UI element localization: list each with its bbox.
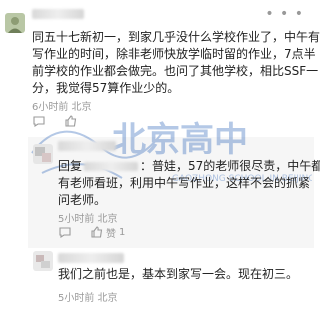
- timestamp-location: 6小时前 北京: [32, 102, 92, 113]
- username[interactable]: [32, 9, 84, 19]
- comment-line: 我们之前也是，基本到家写一会。现在初三。: [58, 267, 299, 281]
- reply-line: 回复 ：普娃，57的老师很尽责，中午都: [58, 158, 320, 175]
- reply-target-username[interactable]: [84, 162, 139, 171]
- action-row: 赞 1: [58, 225, 126, 240]
- username[interactable]: [58, 141, 116, 151]
- timestamp-location: 5小时前 北京: [58, 214, 118, 225]
- comment-text: 同五十七新初一，到家几乎没什么学校作业了，中午有 写作业的时间，除非老师快放学临…: [32, 29, 320, 97]
- more-icon[interactable]: • • •: [265, 6, 304, 22]
- comment-icon[interactable]: [58, 225, 72, 239]
- comment-line: 同五十七新初一，到家几乎没什么学校作业了，中午有: [32, 30, 320, 44]
- comment-line: 分，我觉得57算作业少的。: [32, 81, 180, 95]
- avatar[interactable]: [5, 13, 25, 33]
- like-icon[interactable]: [90, 225, 104, 239]
- reply-line: 有老师看班，利用中午写作业，这样不会的抓紧: [58, 176, 311, 190]
- comment-line: 写作业的时间，除非老师快放学临时留的作业，7点半: [32, 47, 316, 61]
- like-icon[interactable]: [64, 114, 78, 128]
- comment-line: 前学校的作业都会做完。也问了其他学校，相比SSF一: [32, 64, 319, 78]
- timestamp-location: 5小时前 北京: [58, 293, 118, 304]
- reply-line: 问老师。: [58, 193, 107, 207]
- like-label[interactable]: 赞: [106, 225, 116, 240]
- reply-text: 回复 ：普娃，57的老师很尽责，中午都 有老师看班，利用中午写作业，这样不会的抓紧…: [58, 158, 320, 209]
- action-row: [32, 114, 80, 128]
- reply-prefix: 回复: [58, 159, 83, 173]
- reply-line-text: ：普娃，57的老师很尽责，中午都: [140, 159, 320, 173]
- avatar[interactable]: [33, 251, 53, 271]
- comment-text: 我们之前也是，基本到家写一会。现在初三。: [58, 266, 298, 283]
- avatar[interactable]: [33, 144, 53, 164]
- username[interactable]: [58, 253, 124, 263]
- like-count: 1: [119, 226, 126, 238]
- comment-icon[interactable]: [32, 114, 46, 128]
